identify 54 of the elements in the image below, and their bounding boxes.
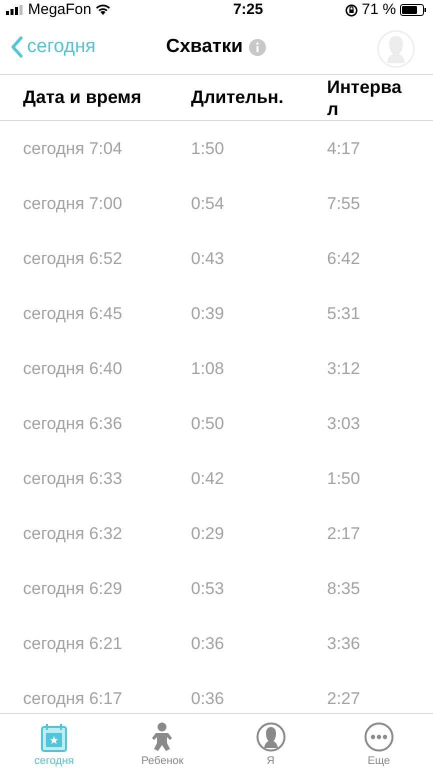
table-cell-text: 4:17 bbox=[327, 138, 362, 160]
table-cell-text: 0:43 bbox=[191, 248, 226, 270]
tab[interactable]: Еще bbox=[324, 714, 433, 770]
table-cell-text: сегодня 7:04 bbox=[23, 138, 124, 160]
info-icon[interactable] bbox=[248, 38, 266, 56]
table-cell-text: 3:36 bbox=[327, 632, 362, 655]
tab[interactable]: Я bbox=[216, 714, 325, 770]
table-cell-text: сегодня 6:45 bbox=[23, 302, 124, 325]
table-cell-text: сегодня 6:17 bbox=[23, 688, 124, 710]
column-header: Интервал bbox=[327, 76, 403, 120]
screen-title: Схватки bbox=[166, 34, 243, 59]
table-cell-text: сегодня 6:29 bbox=[23, 578, 124, 600]
tab[interactable]: сегодня bbox=[0, 714, 108, 770]
table-cell-text: 0:36 bbox=[191, 632, 226, 655]
battery-percent: 71 % bbox=[362, 0, 396, 20]
table-cell-text: 2:17 bbox=[327, 522, 362, 545]
table-cell-text: 3:03 bbox=[327, 412, 362, 435]
table-cell-text: 5:31 bbox=[327, 302, 362, 325]
table-cell-text: сегодня 6:52 bbox=[23, 248, 124, 270]
table-cell-text: 6:42 bbox=[327, 248, 362, 270]
carrier-name: MegaFon bbox=[28, 0, 92, 20]
table-cell-text: 7:55 bbox=[327, 192, 362, 215]
wifi-icon bbox=[95, 4, 112, 16]
table-cell-text: 0:39 bbox=[191, 302, 226, 325]
table-cell-text: 0:29 bbox=[191, 522, 226, 545]
table-cell-text: сегодня 6:36 bbox=[23, 412, 124, 435]
table-cell-text: 0:42 bbox=[191, 468, 226, 490]
avatar-icon bbox=[256, 722, 286, 752]
back-button[interactable]: сегодня bbox=[0, 32, 96, 62]
clock-time: 7:25 bbox=[233, 0, 264, 20]
table-cell-text: 0:54 bbox=[191, 192, 226, 215]
table-cell-text: 2:27 bbox=[327, 688, 362, 710]
table-cell-text: сегодня 6:32 bbox=[23, 522, 124, 545]
chevron-left-icon bbox=[10, 36, 23, 58]
tab[interactable]: Ребенок bbox=[108, 714, 216, 770]
column-header: Дата и время bbox=[23, 86, 142, 109]
column-header: Длительн. bbox=[191, 86, 285, 109]
more-icon bbox=[364, 722, 394, 752]
signal-icon bbox=[6, 5, 24, 15]
table-cell-text: 0:53 bbox=[191, 578, 226, 600]
table-cell-text: 1:50 bbox=[327, 468, 362, 490]
table-cell-text: сегодня 6:21 bbox=[23, 632, 124, 655]
table-cell-text: 0:36 bbox=[191, 688, 226, 710]
table-cell-text: 1:50 bbox=[191, 138, 226, 160]
table-cell-text: сегодня 6:33 bbox=[23, 468, 124, 490]
table-cell-text: 0:50 bbox=[191, 412, 226, 435]
table-cell-text: 1:08 bbox=[191, 358, 226, 380]
table-cell-text: 8:35 bbox=[327, 578, 362, 600]
battery-icon bbox=[400, 4, 427, 16]
table-cell-text: сегодня 7:00 bbox=[23, 192, 124, 215]
table-cell-text: 3:12 bbox=[327, 358, 362, 380]
baby-icon bbox=[150, 722, 174, 752]
rotation-lock-icon bbox=[344, 4, 358, 16]
table-cell-text: сегодня 6:40 bbox=[23, 358, 124, 380]
